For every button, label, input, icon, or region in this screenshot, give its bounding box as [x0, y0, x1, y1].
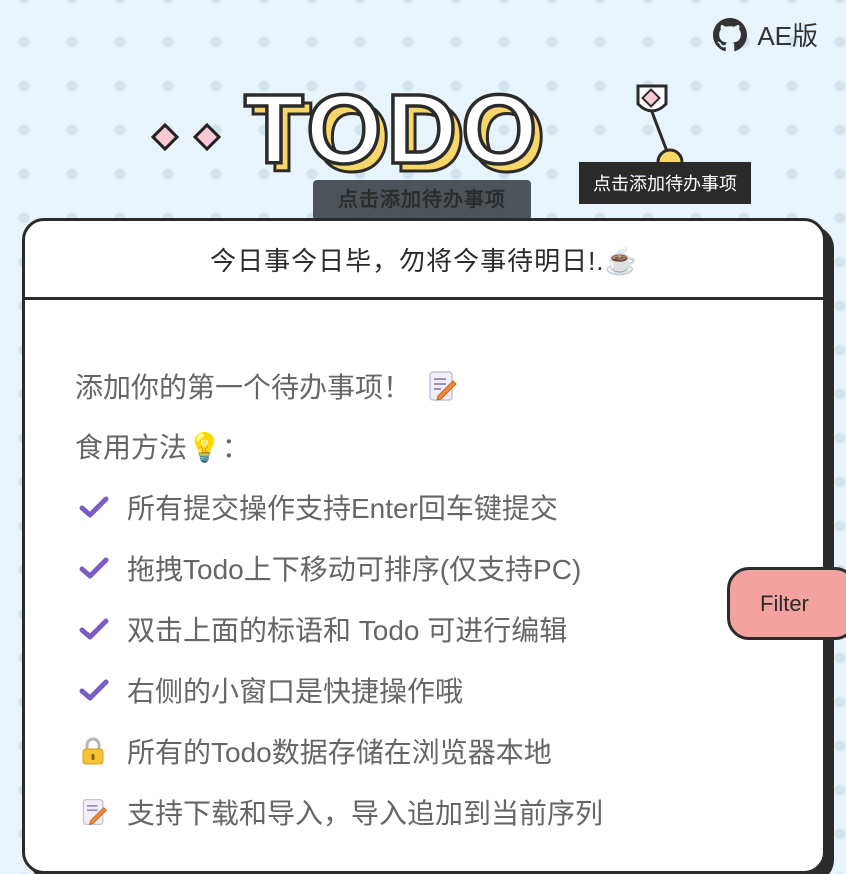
logo-title[interactable]: TODO TODO [240, 75, 600, 185]
tip-item: 所有提交操作支持Enter回车键提交 [75, 476, 823, 537]
tip-text: 支持下载和导入，导入追加到当前序列 [127, 797, 604, 829]
add-todo-button[interactable]: 点击添加待办事项 [313, 180, 531, 220]
pin-decoration [636, 84, 684, 172]
lock-icon [82, 737, 104, 764]
tip-text: 拖拽Todo上下移动可排序(仅支持PC) [127, 553, 582, 585]
github-link[interactable]: AE版 [713, 16, 818, 53]
check-icon [79, 496, 109, 517]
add-todo-tooltip: 点击添加待办事项 [579, 162, 751, 204]
tip-item: 拖拽Todo上下移动可排序(仅支持PC) [75, 537, 823, 598]
tip-item: 右侧的小窗口是快捷操作哦 [75, 659, 823, 720]
usage-label: 食用方法💡： [75, 432, 250, 463]
ae-version-label: AE版 [757, 21, 818, 51]
diamond-decoration [150, 122, 180, 152]
check-icon [79, 557, 109, 578]
memo-icon [82, 798, 107, 825]
tip-item: 所有的Todo数据存储在浏览器本地 [75, 720, 823, 781]
filter-button[interactable]: Filter [727, 567, 846, 640]
logo-title-text: TODO [244, 75, 541, 184]
intro-line: 添加你的第一个待办事项！ [75, 356, 823, 416]
tip-text: 所有的Todo数据存储在浏览器本地 [127, 736, 552, 768]
check-icon [79, 679, 109, 700]
memo-icon [429, 371, 457, 401]
diamond-decoration [192, 122, 222, 152]
tip-item: 双击上面的标语和 Todo 可进行编辑 [75, 598, 823, 659]
todo-list-empty: 添加你的第一个待办事项！ 食用方法💡： 所有提交操作支持Enter回车键提交 拖… [25, 300, 823, 842]
tip-text: 右侧的小窗口是快捷操作哦 [127, 675, 464, 707]
tip-text: 所有提交操作支持Enter回车键提交 [127, 492, 558, 524]
slogan[interactable]: 今日事今日毕，勿将今事待明日!.☕ [25, 221, 823, 300]
check-icon [79, 618, 109, 639]
todo-card: 今日事今日毕，勿将今事待明日!.☕ 添加你的第一个待办事项！ 食用方法💡： 所有… [22, 218, 826, 874]
github-icon [713, 17, 748, 51]
tip-text: 双击上面的标语和 Todo 可进行编辑 [127, 614, 568, 646]
intro-text: 添加你的第一个待办事项！ [75, 372, 412, 403]
